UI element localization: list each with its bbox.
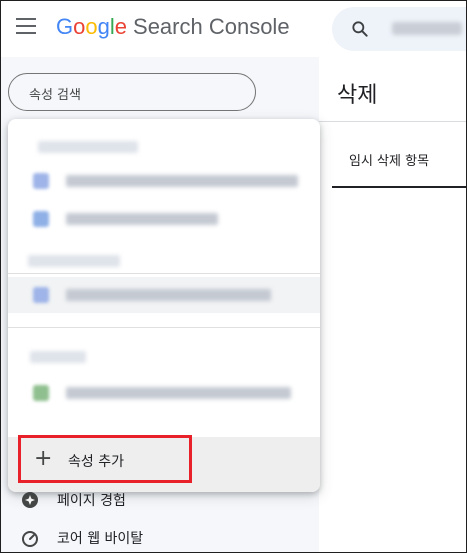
section-header-redacted — [38, 141, 138, 153]
search-icon — [352, 21, 368, 37]
add-property-button[interactable]: + 속성 추가 — [8, 435, 320, 492]
section-header-redacted — [30, 351, 86, 363]
gauge-icon — [22, 531, 38, 547]
page-title: 삭제 — [337, 83, 378, 108]
sidebar-item-label: 페이지 경험 — [57, 493, 126, 509]
site-favicon-icon — [33, 211, 49, 227]
property-selector-dropdown: + 속성 추가 — [8, 119, 320, 492]
tab-temporary-removals[interactable]: 임시 삭제 항목 — [332, 122, 466, 188]
tab-label: 임시 삭제 항목 — [349, 154, 430, 169]
redacted-url — [66, 387, 291, 399]
redacted-url — [66, 213, 218, 225]
property-row[interactable] — [8, 201, 320, 237]
redacted-url — [66, 175, 298, 187]
property-row[interactable] — [8, 163, 320, 199]
tab-bar: 임시 삭제 항목 — [319, 121, 466, 188]
logo-letter: e — [114, 14, 128, 39]
logo-letter: o — [73, 14, 86, 39]
section-header-redacted — [28, 255, 120, 267]
sidebar-item-label: 코어 웹 바이탈 — [57, 531, 144, 547]
site-favicon-icon — [33, 385, 49, 401]
redacted-url — [66, 289, 271, 301]
property-search-input[interactable]: 속성 검색 — [8, 73, 256, 111]
property-search-placeholder: 속성 검색 — [29, 88, 81, 103]
star-badge-icon — [22, 492, 38, 508]
property-row[interactable] — [8, 375, 320, 411]
logo-letter: g — [97, 14, 110, 39]
top-bar: Google Search Console — [1, 1, 466, 57]
url-inspection-search[interactable] — [332, 7, 466, 51]
product-name: Search Console — [133, 14, 290, 39]
sidebar-item-core-web-vitals[interactable]: 코어 웹 바이탈 — [1, 523, 319, 552]
redacted-text — [392, 22, 462, 35]
product-logo[interactable]: Google Search Console — [56, 14, 290, 40]
divider — [8, 273, 320, 274]
app-window: Google Search Console 속성 검색 페이지 경험 코어 웹 바… — [0, 0, 467, 553]
divider — [8, 327, 320, 328]
logo-letter: G — [56, 14, 74, 39]
property-row-selected[interactable] — [8, 277, 320, 313]
site-favicon-icon — [33, 287, 49, 303]
hamburger-menu-icon[interactable] — [16, 18, 36, 34]
site-favicon-icon — [33, 173, 49, 189]
logo-letter: o — [85, 14, 98, 39]
red-highlight-annotation — [18, 435, 192, 483]
